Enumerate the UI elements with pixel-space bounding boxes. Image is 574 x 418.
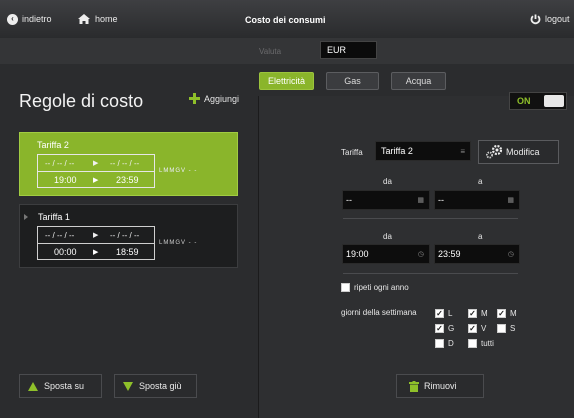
arrow-down-icon: [123, 381, 133, 391]
home-icon: [78, 14, 90, 24]
gears-icon: [486, 145, 503, 159]
day-checkbox-d[interactable]: D: [435, 339, 454, 348]
date-to-input[interactable]: -- ▦: [434, 190, 520, 210]
currency-input[interactable]: EUR: [320, 41, 377, 59]
logout-button[interactable]: logout: [530, 10, 570, 28]
clock-icon: ◷: [417, 251, 424, 258]
tariff-date-to: -- / -- / --: [110, 158, 140, 168]
time-to-label: a: [478, 232, 483, 241]
check-icon: ✓: [497, 308, 506, 318]
repeat-yearly-checkbox[interactable]: ripeti ogni anno: [341, 283, 409, 292]
tariff-date-from: -- / -- / --: [45, 230, 75, 240]
arrow-icon: ▶: [93, 232, 99, 239]
date-from-label: da: [383, 177, 392, 186]
repeat-yearly-label: ripeti ogni anno: [354, 283, 409, 292]
tariff-period-box: -- / -- / -- ▶ -- / -- / -- 19:00 ▶ 23:5…: [37, 154, 155, 188]
tariff-date-from: -- / -- / --: [45, 158, 75, 168]
weekdays-label: giorni della settimana: [341, 308, 417, 317]
plus-icon: [189, 93, 200, 104]
tariff-select-value: Tariffa 2: [381, 146, 413, 156]
day-checkbox-m[interactable]: ✓ M: [468, 309, 488, 318]
toggle-knob: [544, 95, 564, 107]
check-icon: ✓: [468, 308, 477, 318]
toggle-label: ON: [517, 96, 531, 106]
tariff-time-to: 23:59: [116, 175, 139, 185]
power-icon: [530, 14, 541, 24]
tariff-card[interactable]: Tariffa 1 -- / -- / -- ▶ -- / -- / -- 00…: [19, 204, 238, 268]
time-to-value: 23:59: [438, 249, 461, 259]
divider: [343, 218, 518, 219]
day-checkbox-l[interactable]: ✓ L: [435, 309, 452, 318]
tariff-days: LMMGV - -: [159, 240, 198, 246]
back-button[interactable]: ‹ indietro: [7, 10, 52, 28]
date-from-input[interactable]: -- ▦: [342, 190, 430, 210]
home-button[interactable]: home: [78, 10, 118, 28]
calendar-icon: ▦: [417, 197, 424, 204]
arrow-icon: ▶: [93, 160, 99, 167]
time-from-value: 19:00: [346, 249, 369, 259]
tariff-label: Tariffa: [341, 148, 363, 157]
tab-acqua[interactable]: Acqua: [391, 72, 446, 90]
tab-gas[interactable]: Gas: [326, 72, 379, 90]
trash-icon: [409, 380, 419, 392]
tariff-time-from: 00:00: [54, 247, 77, 257]
home-label: home: [95, 14, 118, 24]
move-up-button[interactable]: Sposta su: [19, 374, 102, 398]
check-icon: ✓: [435, 323, 444, 333]
time-from-label: da: [383, 232, 392, 241]
enable-toggle[interactable]: ON: [509, 92, 567, 110]
checkbox-box: [468, 339, 477, 348]
move-up-label: Sposta su: [44, 381, 85, 391]
add-rule-button[interactable]: Aggiungi: [189, 93, 239, 104]
remove-button[interactable]: Rimuovi: [396, 374, 484, 398]
arrow-icon: ▶: [93, 177, 99, 184]
expand-arrow-icon: [24, 214, 28, 220]
remove-label: Rimuovi: [424, 381, 457, 391]
day-checkbox-g[interactable]: ✓ G: [435, 324, 454, 333]
checkbox-box: [497, 324, 506, 333]
add-rule-label: Aggiungi: [204, 93, 240, 104]
tariff-time-from: 19:00: [54, 175, 77, 185]
tariff-select[interactable]: Tariffa 2 ≡: [375, 141, 471, 161]
modify-label: Modifica: [506, 147, 540, 157]
tariff-name: Tariffa 2: [37, 140, 69, 150]
arrow-icon: ▶: [93, 249, 99, 256]
tariff-time-to: 18:59: [116, 247, 139, 257]
currency-label: Valuta: [259, 47, 282, 56]
date-from-value: --: [346, 195, 352, 205]
page-title: Costo dei consumi: [245, 15, 326, 25]
clock-icon: ◷: [507, 251, 514, 258]
day-checkbox-s[interactable]: S: [497, 324, 515, 333]
day-checkbox-all[interactable]: tutti: [468, 339, 494, 348]
date-to-label: a: [478, 177, 483, 186]
day-checkbox-m2[interactable]: ✓ M: [497, 309, 517, 318]
arrow-up-icon: [28, 381, 38, 391]
tariff-name: Tariffa 1: [38, 212, 70, 222]
tariff-date-to: -- / -- / --: [110, 230, 140, 240]
date-to-value: --: [438, 195, 444, 205]
move-down-label: Sposta giù: [139, 381, 182, 391]
logout-label: logout: [545, 14, 570, 24]
modify-button[interactable]: Modifica: [478, 140, 559, 164]
calendar-icon: ▦: [507, 197, 514, 204]
check-icon: ✓: [468, 323, 477, 333]
day-checkbox-v[interactable]: ✓ V: [468, 324, 486, 333]
tariff-card-selected[interactable]: Tariffa 2 -- / -- / -- ▶ -- / -- / -- 19…: [19, 132, 238, 196]
check-icon: ✓: [435, 308, 444, 318]
currency-row: [0, 38, 574, 64]
list-icon: ≡: [460, 147, 465, 156]
move-down-button[interactable]: Sposta giù: [114, 374, 197, 398]
time-to-input[interactable]: 23:59 ◷: [434, 244, 520, 264]
back-circle-icon: ‹: [7, 13, 18, 25]
divider: [343, 273, 518, 274]
tab-elettricita[interactable]: Elettricità: [259, 72, 314, 90]
time-from-input[interactable]: 19:00 ◷: [342, 244, 430, 264]
checkbox-box: [435, 339, 444, 348]
tariff-period-box: -- / -- / -- ▶ -- / -- / -- 00:00 ▶ 18:5…: [37, 226, 155, 260]
back-label: indietro: [22, 14, 52, 24]
checkbox-box: [341, 283, 350, 292]
tariff-days: LMMGV - -: [159, 168, 198, 174]
rules-heading: Regole di costo: [19, 91, 144, 111]
